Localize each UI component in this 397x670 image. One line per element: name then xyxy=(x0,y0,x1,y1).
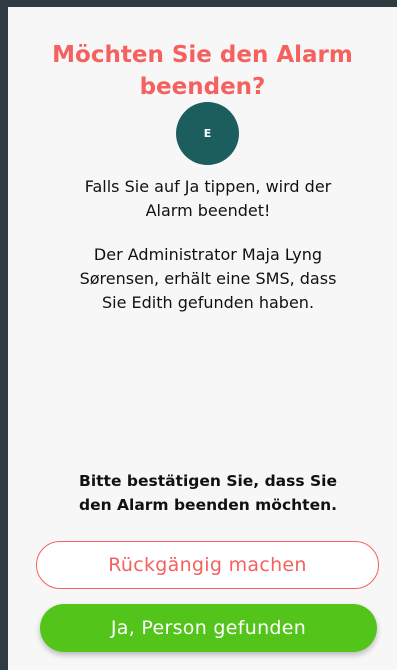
confirmation-prompt: Bitte bestätigen Sie, dass Sie den Alarm… xyxy=(78,472,338,514)
info-text-sms-notice: Der Administrator Maja Lyng Sørensen, er… xyxy=(79,245,337,312)
info-text-alarm-ended: Falls Sie auf Ja tippen, wird der Alarm … xyxy=(84,177,332,220)
person-found-button[interactable]: Ja, Person gefunden xyxy=(40,604,377,652)
avatar-initial: E xyxy=(203,127,212,140)
undo-button[interactable]: Rückgängig machen xyxy=(36,541,379,589)
dialog-title: Möchten Sie den Alarm beenden? xyxy=(52,42,353,100)
alarm-end-dialog: Möchten Sie den Alarm beenden? E Falls S… xyxy=(8,7,397,670)
undo-button-label: Rückgängig machen xyxy=(108,554,307,576)
avatar: E xyxy=(176,102,239,165)
person-found-button-label: Ja, Person gefunden xyxy=(110,617,307,639)
